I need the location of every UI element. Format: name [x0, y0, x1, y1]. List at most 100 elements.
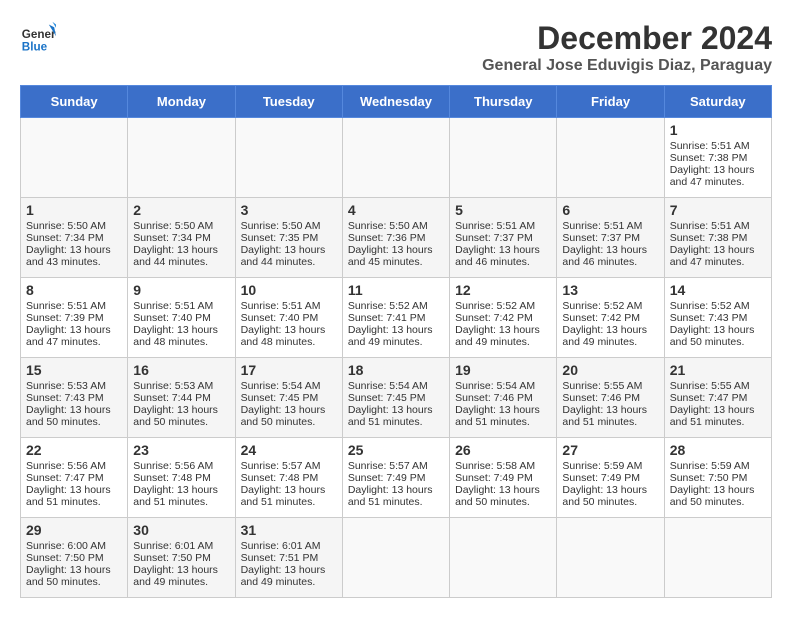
- calendar-cell: [450, 118, 557, 198]
- header-cell-saturday: Saturday: [664, 86, 771, 118]
- calendar-cell: [128, 118, 235, 198]
- sunset-text: Sunset: 7:48 PM: [133, 472, 211, 484]
- calendar-cell: 18Sunrise: 5:54 AMSunset: 7:45 PMDayligh…: [342, 358, 449, 438]
- daylight-text: Daylight: 13 hours and 48 minutes.: [241, 324, 326, 348]
- day-number: 27: [562, 442, 658, 458]
- sunset-text: Sunset: 7:37 PM: [562, 232, 640, 244]
- calendar-cell: 15Sunrise: 5:53 AMSunset: 7:43 PMDayligh…: [21, 358, 128, 438]
- sunrise-text: Sunrise: 5:53 AM: [133, 380, 213, 392]
- day-number: 18: [348, 362, 444, 378]
- sunrise-text: Sunrise: 5:55 AM: [562, 380, 642, 392]
- page-header: General Blue December 2024 General Jose …: [20, 20, 772, 75]
- calendar-cell: 24Sunrise: 5:57 AMSunset: 7:48 PMDayligh…: [235, 438, 342, 518]
- calendar-cell: [450, 518, 557, 598]
- daylight-text: Daylight: 13 hours and 50 minutes.: [26, 564, 111, 588]
- daylight-text: Daylight: 13 hours and 49 minutes.: [562, 324, 647, 348]
- sunrise-text: Sunrise: 5:51 AM: [562, 220, 642, 232]
- week-row-6: 29Sunrise: 6:00 AMSunset: 7:50 PMDayligh…: [21, 518, 772, 598]
- sunset-text: Sunset: 7:42 PM: [562, 312, 640, 324]
- daylight-text: Daylight: 13 hours and 49 minutes.: [348, 324, 433, 348]
- daylight-text: Daylight: 13 hours and 51 minutes.: [562, 404, 647, 428]
- calendar-cell: 1Sunrise: 5:51 AMSunset: 7:38 PMDaylight…: [664, 118, 771, 198]
- sunrise-text: Sunrise: 5:51 AM: [241, 300, 321, 312]
- day-number: 29: [26, 522, 122, 538]
- calendar-cell: 27Sunrise: 5:59 AMSunset: 7:49 PMDayligh…: [557, 438, 664, 518]
- sunrise-text: Sunrise: 5:51 AM: [670, 140, 750, 152]
- sunset-text: Sunset: 7:46 PM: [455, 392, 533, 404]
- location-title: General Jose Eduvigis Diaz, Paraguay: [482, 57, 772, 75]
- calendar-cell: 23Sunrise: 5:56 AMSunset: 7:48 PMDayligh…: [128, 438, 235, 518]
- header-cell-sunday: Sunday: [21, 86, 128, 118]
- day-number: 19: [455, 362, 551, 378]
- daylight-text: Daylight: 13 hours and 51 minutes.: [133, 484, 218, 508]
- daylight-text: Daylight: 13 hours and 50 minutes.: [670, 484, 755, 508]
- day-number: 30: [133, 522, 229, 538]
- calendar-cell: 16Sunrise: 5:53 AMSunset: 7:44 PMDayligh…: [128, 358, 235, 438]
- sunrise-text: Sunrise: 5:52 AM: [670, 300, 750, 312]
- daylight-text: Daylight: 13 hours and 46 minutes.: [562, 244, 647, 268]
- calendar-cell: 6Sunrise: 5:51 AMSunset: 7:37 PMDaylight…: [557, 198, 664, 278]
- sunrise-text: Sunrise: 6:01 AM: [241, 540, 321, 552]
- calendar-cell: 13Sunrise: 5:52 AMSunset: 7:42 PMDayligh…: [557, 278, 664, 358]
- calendar-cell: [342, 518, 449, 598]
- daylight-text: Daylight: 13 hours and 51 minutes.: [455, 404, 540, 428]
- calendar-cell: 22Sunrise: 5:56 AMSunset: 7:47 PMDayligh…: [21, 438, 128, 518]
- sunrise-text: Sunrise: 5:54 AM: [348, 380, 428, 392]
- daylight-text: Daylight: 13 hours and 44 minutes.: [241, 244, 326, 268]
- week-row-3: 8Sunrise: 5:51 AMSunset: 7:39 PMDaylight…: [21, 278, 772, 358]
- sunset-text: Sunset: 7:40 PM: [241, 312, 319, 324]
- day-number: 14: [670, 282, 766, 298]
- daylight-text: Daylight: 13 hours and 48 minutes.: [133, 324, 218, 348]
- calendar-cell: 14Sunrise: 5:52 AMSunset: 7:43 PMDayligh…: [664, 278, 771, 358]
- daylight-text: Daylight: 13 hours and 50 minutes.: [241, 404, 326, 428]
- sunset-text: Sunset: 7:51 PM: [241, 552, 319, 564]
- daylight-text: Daylight: 13 hours and 51 minutes.: [26, 484, 111, 508]
- daylight-text: Daylight: 13 hours and 45 minutes.: [348, 244, 433, 268]
- sunrise-text: Sunrise: 5:50 AM: [241, 220, 321, 232]
- daylight-text: Daylight: 13 hours and 50 minutes.: [670, 324, 755, 348]
- sunset-text: Sunset: 7:47 PM: [26, 472, 104, 484]
- day-number: 1: [670, 122, 766, 138]
- sunset-text: Sunset: 7:40 PM: [133, 312, 211, 324]
- sunset-text: Sunset: 7:49 PM: [455, 472, 533, 484]
- daylight-text: Daylight: 13 hours and 49 minutes.: [133, 564, 218, 588]
- header-cell-monday: Monday: [128, 86, 235, 118]
- calendar-cell: 10Sunrise: 5:51 AMSunset: 7:40 PMDayligh…: [235, 278, 342, 358]
- day-number: 2: [133, 202, 229, 218]
- daylight-text: Daylight: 13 hours and 50 minutes.: [133, 404, 218, 428]
- sunset-text: Sunset: 7:50 PM: [26, 552, 104, 564]
- sunrise-text: Sunrise: 6:00 AM: [26, 540, 106, 552]
- title-block: December 2024 General Jose Eduvigis Diaz…: [482, 20, 772, 75]
- sunrise-text: Sunrise: 5:52 AM: [455, 300, 535, 312]
- day-number: 28: [670, 442, 766, 458]
- day-number: 5: [455, 202, 551, 218]
- sunrise-text: Sunrise: 5:51 AM: [455, 220, 535, 232]
- day-number: 1: [26, 202, 122, 218]
- sunset-text: Sunset: 7:45 PM: [348, 392, 426, 404]
- calendar-cell: 30Sunrise: 6:01 AMSunset: 7:50 PMDayligh…: [128, 518, 235, 598]
- sunrise-text: Sunrise: 5:53 AM: [26, 380, 106, 392]
- daylight-text: Daylight: 13 hours and 44 minutes.: [133, 244, 218, 268]
- day-number: 4: [348, 202, 444, 218]
- day-number: 31: [241, 522, 337, 538]
- sunset-text: Sunset: 7:34 PM: [26, 232, 104, 244]
- day-number: 21: [670, 362, 766, 378]
- header-cell-friday: Friday: [557, 86, 664, 118]
- calendar-cell: 3Sunrise: 5:50 AMSunset: 7:35 PMDaylight…: [235, 198, 342, 278]
- sunset-text: Sunset: 7:45 PM: [241, 392, 319, 404]
- sunrise-text: Sunrise: 5:51 AM: [133, 300, 213, 312]
- daylight-text: Daylight: 13 hours and 50 minutes.: [26, 404, 111, 428]
- day-number: 23: [133, 442, 229, 458]
- week-row-4: 15Sunrise: 5:53 AMSunset: 7:43 PMDayligh…: [21, 358, 772, 438]
- calendar-cell: 25Sunrise: 5:57 AMSunset: 7:49 PMDayligh…: [342, 438, 449, 518]
- calendar-cell: [342, 118, 449, 198]
- daylight-text: Daylight: 13 hours and 50 minutes.: [455, 484, 540, 508]
- sunrise-text: Sunrise: 5:50 AM: [26, 220, 106, 232]
- sunrise-text: Sunrise: 5:57 AM: [241, 460, 321, 472]
- sunset-text: Sunset: 7:35 PM: [241, 232, 319, 244]
- sunset-text: Sunset: 7:49 PM: [348, 472, 426, 484]
- calendar-cell: 11Sunrise: 5:52 AMSunset: 7:41 PMDayligh…: [342, 278, 449, 358]
- sunrise-text: Sunrise: 5:50 AM: [133, 220, 213, 232]
- calendar-cell: [557, 518, 664, 598]
- calendar-cell: 19Sunrise: 5:54 AMSunset: 7:46 PMDayligh…: [450, 358, 557, 438]
